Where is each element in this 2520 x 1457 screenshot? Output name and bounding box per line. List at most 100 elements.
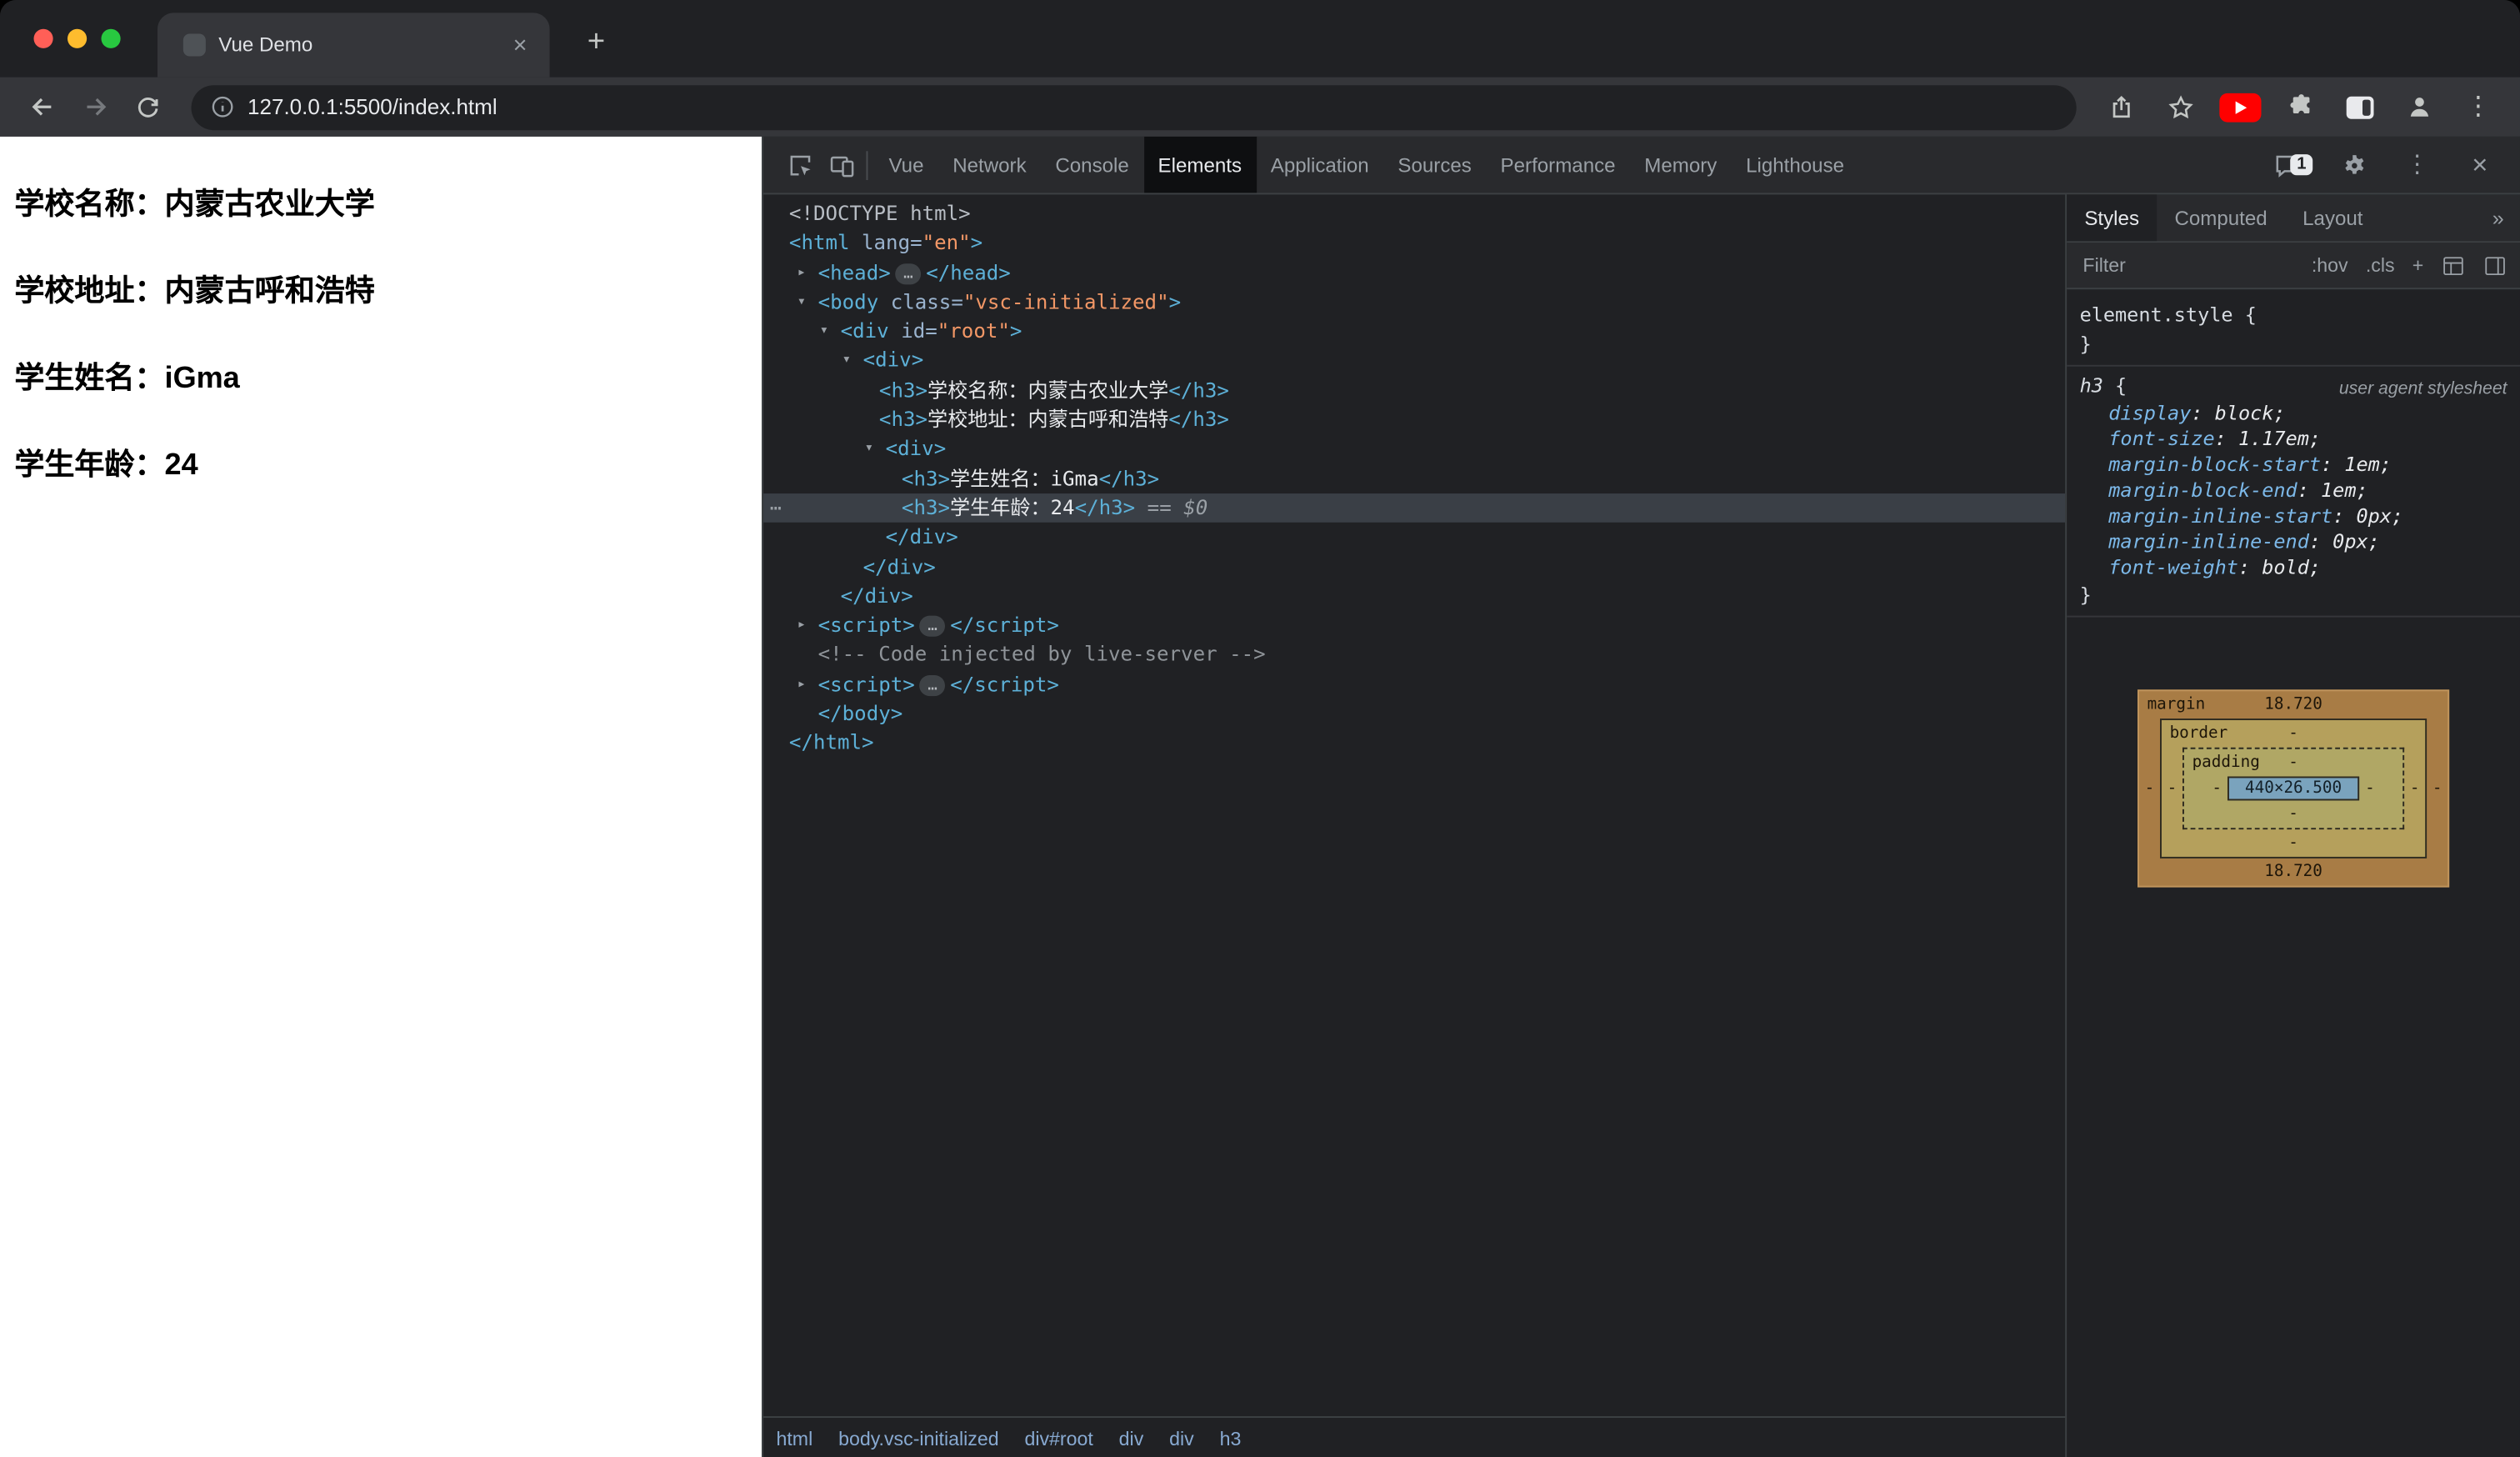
- dom-tree-row[interactable]: ▸<script>…</script>: [763, 670, 2065, 699]
- back-button[interactable]: [19, 84, 64, 129]
- devtools-menu-button[interactable]: ⋮: [2396, 144, 2438, 186]
- more-tabs-icon[interactable]: »: [2476, 206, 2520, 230]
- breadcrumb-item[interactable]: body.vsc-initialized: [838, 1427, 999, 1449]
- css-rule-element-style[interactable]: element.style { }: [2067, 296, 2520, 367]
- box-model-margin[interactable]: margin18.720 - border- - padding-: [2138, 689, 2449, 887]
- new-style-rule-button[interactable]: +: [2412, 254, 2424, 277]
- dom-tree-row[interactable]: </html>: [763, 728, 2065, 758]
- expand-arrow-icon[interactable]: ▸: [798, 258, 806, 288]
- browser-tab[interactable]: Vue Demo ×: [158, 13, 550, 77]
- box-model[interactable]: margin18.720 - border- - padding-: [2138, 689, 2449, 887]
- site-info-icon[interactable]: [211, 95, 235, 119]
- computed-sidebar-toggle-icon[interactable]: [2483, 253, 2508, 278]
- css-rule-h3[interactable]: user agent stylesheet h3 { display: bloc…: [2067, 367, 2520, 618]
- window-zoom-button[interactable]: [101, 29, 120, 48]
- share-button[interactable]: [2099, 84, 2144, 129]
- browser-menu-button[interactable]: ⋮: [2456, 84, 2501, 129]
- device-toolbar-button[interactable]: [821, 144, 862, 186]
- dom-tree-row[interactable]: <h3>学校名称：内蒙古农业大学</h3>: [763, 376, 2065, 405]
- box-model-border[interactable]: border- - padding- - 440×26.500: [2160, 718, 2427, 859]
- dom-tree-row[interactable]: <!DOCTYPE html>: [763, 199, 2065, 228]
- profile-button[interactable]: [2396, 84, 2441, 129]
- css-property[interactable]: margin-inline-end: 0px;: [2108, 528, 2507, 554]
- side-panel-button[interactable]: [2337, 84, 2382, 129]
- devtools-tab-vue[interactable]: Vue: [874, 137, 938, 193]
- breadcrumb-item[interactable]: div: [1169, 1427, 1194, 1449]
- styles-sidebar-tab-styles[interactable]: Styles: [2067, 194, 2157, 241]
- expand-arrow-icon[interactable]: ▾: [842, 347, 851, 376]
- dom-tree-row[interactable]: </div>: [763, 553, 2065, 582]
- devtools-tab-network[interactable]: Network: [938, 137, 1041, 193]
- dom-tree-row[interactable]: <html lang="en">: [763, 228, 2065, 258]
- devtools-tab-console[interactable]: Console: [1041, 137, 1143, 193]
- styles-sidebar-tab-computed[interactable]: Computed: [2157, 194, 2285, 241]
- tab-close-icon[interactable]: ×: [507, 30, 533, 61]
- dom-tree-row[interactable]: ▸<script>…</script>: [763, 611, 2065, 640]
- devtools-tab-memory[interactable]: Memory: [1630, 137, 1732, 193]
- issues-button[interactable]: 1: [2274, 144, 2312, 186]
- dom-tree: <!DOCTYPE html><html lang="en">▸<head>…<…: [763, 194, 2065, 1416]
- dom-tree-row[interactable]: <h3>学校地址：内蒙古呼和浩特</h3>: [763, 405, 2065, 434]
- css-property-name: font-weight: [2108, 556, 2238, 578]
- dom-tree-row[interactable]: </div>: [763, 582, 2065, 611]
- issues-count-badge: 1: [2291, 154, 2313, 175]
- window-minimize-button[interactable]: [68, 29, 87, 48]
- dom-tree-row[interactable]: ▾<body class="vsc-initialized">: [763, 288, 2065, 317]
- breadcrumb-item[interactable]: html: [776, 1427, 812, 1449]
- row-actions-icon[interactable]: ⋯: [770, 493, 782, 523]
- dom-tree-row[interactable]: ▾<div>: [763, 434, 2065, 463]
- expand-arrow-icon[interactable]: ▸: [798, 611, 806, 640]
- expand-arrow-icon[interactable]: ▾: [798, 288, 806, 317]
- address-bar[interactable]: 127.0.0.1:5500/index.html: [191, 84, 2076, 129]
- reload-button[interactable]: [125, 84, 170, 129]
- expand-arrow-icon[interactable]: ▾: [820, 317, 828, 346]
- css-property[interactable]: font-size: 1.17em;: [2108, 426, 2507, 452]
- breadcrumb-item[interactable]: h3: [1220, 1427, 1242, 1449]
- devtools-settings-button[interactable]: [2333, 144, 2375, 186]
- expand-arrow-icon[interactable]: ▾: [865, 434, 873, 463]
- devtools-tab-lighthouse[interactable]: Lighthouse: [1732, 137, 1859, 193]
- dom-tree-row[interactable]: </div>: [763, 523, 2065, 552]
- css-property[interactable]: font-weight: bold;: [2108, 554, 2507, 580]
- css-property-value: : 0px;: [2332, 505, 2403, 528]
- dom-tree-row[interactable]: ▾<div>: [763, 347, 2065, 376]
- inline-expand-icon[interactable]: …: [896, 263, 922, 284]
- css-property[interactable]: margin-block-end: 1em;: [2108, 478, 2507, 503]
- dom-tree-row[interactable]: ▾<div id="root">: [763, 317, 2065, 346]
- new-tab-button[interactable]: +: [575, 23, 617, 64]
- breadcrumb-item[interactable]: div: [1119, 1427, 1144, 1449]
- dom-tree-row[interactable]: <h3>学生姓名：iGma</h3>: [763, 464, 2065, 493]
- class-toggle[interactable]: .cls: [2366, 254, 2395, 277]
- devtools-tab-sources[interactable]: Sources: [1383, 137, 1486, 193]
- styles-sidebar-tab-layout[interactable]: Layout: [2285, 194, 2381, 241]
- inline-expand-icon[interactable]: …: [920, 616, 946, 637]
- rendering-emulation-icon[interactable]: [2441, 253, 2465, 278]
- styles-filter-input[interactable]: [2080, 253, 2225, 278]
- dom-tree-row[interactable]: <!-- Code injected by live-server -->: [763, 640, 2065, 669]
- dom-tree-row[interactable]: ⋯<h3>学生年龄：24</h3> == $0: [763, 493, 2065, 523]
- box-model-content[interactable]: 440×26.500: [2228, 776, 2360, 800]
- expand-arrow-icon[interactable]: ▸: [798, 670, 806, 699]
- tab-title: Vue Demo: [218, 33, 507, 56]
- dom-tree-row[interactable]: </body>: [763, 699, 2065, 728]
- dom-tree-row[interactable]: ▸<head>…</head>: [763, 258, 2065, 288]
- css-property[interactable]: display: block;: [2108, 400, 2507, 426]
- youtube-extension-button[interactable]: [2218, 84, 2262, 129]
- inspect-element-button[interactable]: [779, 144, 821, 186]
- forward-button[interactable]: [72, 84, 118, 129]
- box-model-padding[interactable]: padding- - 440×26.500 - -: [2182, 748, 2404, 829]
- styles-tab-bar: StylesComputedLayout »: [2067, 194, 2520, 243]
- inline-expand-icon[interactable]: …: [920, 675, 946, 696]
- devtools-tab-elements[interactable]: Elements: [1143, 137, 1256, 193]
- css-property[interactable]: margin-block-start: 1em;: [2108, 452, 2507, 478]
- css-property[interactable]: margin-inline-start: 0px;: [2108, 503, 2507, 529]
- code-token-tag: <div: [841, 318, 889, 343]
- devtools-tab-performance[interactable]: Performance: [1486, 137, 1630, 193]
- devtools-close-button[interactable]: ×: [2459, 144, 2501, 186]
- window-close-button[interactable]: [33, 29, 52, 48]
- extensions-button[interactable]: [2278, 84, 2322, 129]
- hover-state-toggle[interactable]: :hov: [2312, 254, 2348, 277]
- bookmark-button[interactable]: [2158, 84, 2203, 129]
- breadcrumb-item[interactable]: div#root: [1024, 1427, 1092, 1449]
- devtools-tab-application[interactable]: Application: [1256, 137, 1383, 193]
